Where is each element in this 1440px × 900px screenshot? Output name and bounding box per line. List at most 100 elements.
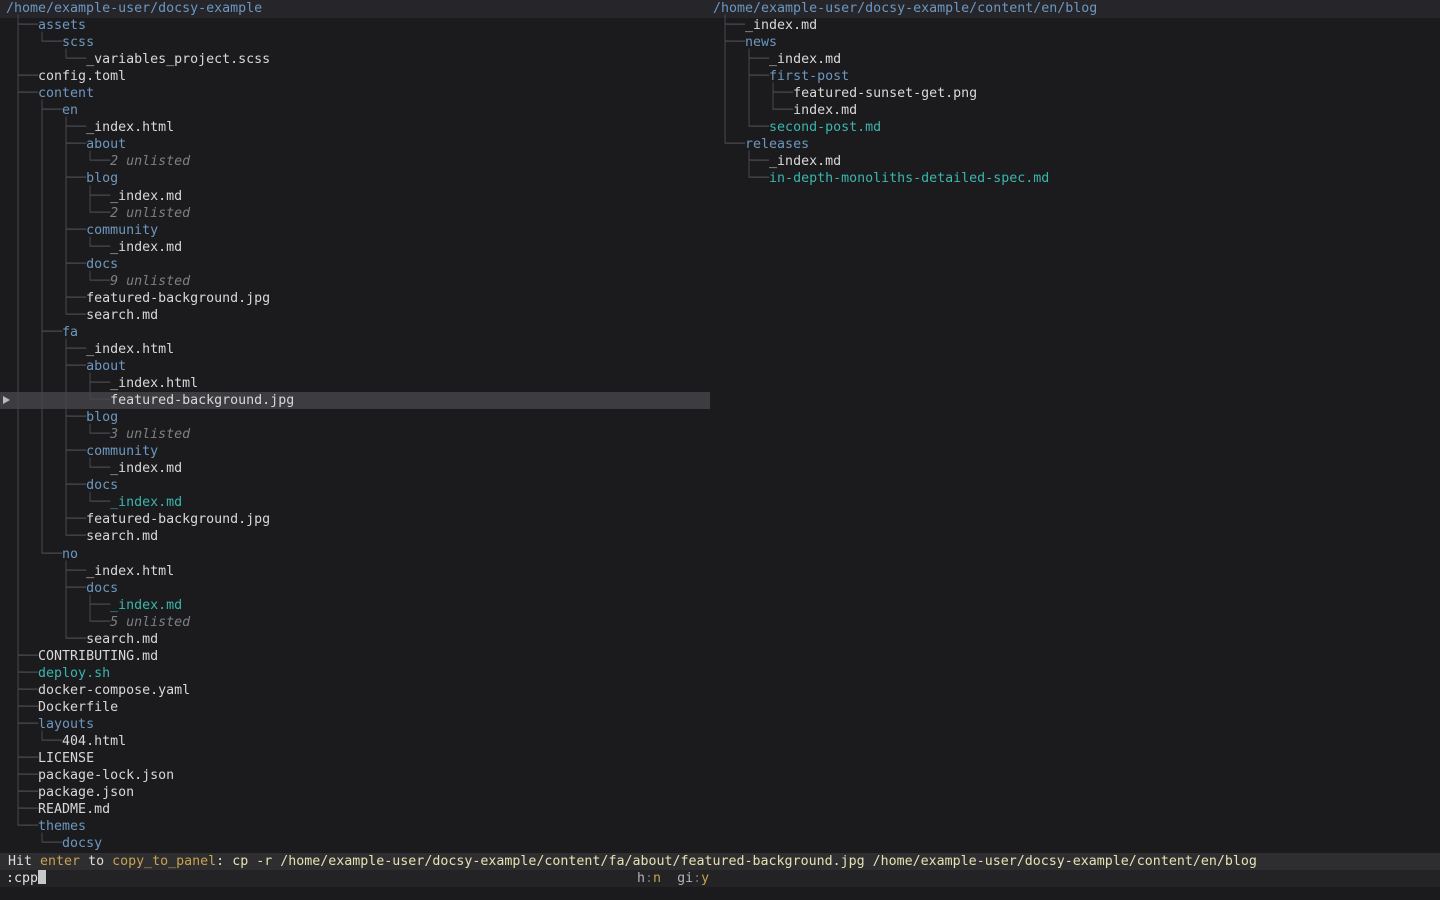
tree-row[interactable]: └──themes	[0, 818, 710, 835]
entry-name: search.md	[86, 529, 158, 544]
entry-name: _index.md	[769, 52, 841, 67]
dir-name: about	[86, 137, 126, 152]
entry-name: docker-compose.yaml	[38, 683, 190, 698]
tree-row[interactable]: │ │ │ ├──_index.md	[0, 188, 710, 205]
right-panel-rows: ├──_index.md ├──news │ ├──_index.md │ ├─…	[710, 17, 1440, 187]
tree-row[interactable]: │ │ ├──featured-background.jpg	[0, 290, 710, 307]
tree-row[interactable]: │ ├──first-post	[710, 68, 1440, 85]
tree-row[interactable]: │ │ ├──community	[0, 222, 710, 239]
entry-name: featured-background.jpg	[86, 512, 270, 527]
tree-row[interactable]: └──releases	[710, 136, 1440, 153]
tree-row[interactable]: │ │ │ └──2 unlisted	[0, 153, 710, 170]
entry-name: 2 unlisted	[110, 206, 190, 221]
tree-branch-prefix: └──	[713, 169, 769, 189]
tree-row[interactable]: │ │ ├──featured-sunset-get.png	[710, 85, 1440, 102]
entry-name: _index.md	[110, 461, 182, 476]
tree-row[interactable]: │ │ │ └──_index.md	[0, 460, 710, 477]
flag-value: y	[701, 871, 709, 886]
dir-name: fa	[62, 325, 78, 340]
tree-row[interactable]: │ │ └──5 unlisted	[0, 614, 710, 631]
command-input-line[interactable]: :cpp h:n gi:y	[0, 870, 1440, 887]
dir-name: about	[86, 359, 126, 374]
entry-name: 3 unlisted	[110, 427, 190, 442]
left-panel-path[interactable]: /home/example-user/docsy-example	[0, 0, 710, 17]
entry-name: config.toml	[38, 69, 126, 84]
dir-name: themes	[38, 819, 86, 834]
tree-row[interactable]: ├──README.md	[0, 801, 710, 818]
tree-row[interactable]: │ │ ├──_index.html	[0, 341, 710, 358]
panel-flags: h:n gi:y	[637, 870, 709, 887]
tree-row[interactable]: │ │ │ └──2 unlisted	[0, 205, 710, 222]
tree-row[interactable]: │ │ │ └──featured-background.jpg	[0, 392, 710, 409]
tree-row[interactable]: ├──content	[0, 85, 710, 102]
tree-row[interactable]: ├──news	[710, 34, 1440, 51]
tree-row[interactable]: │ │ └──search.md	[0, 528, 710, 545]
tree-row[interactable]: │ │ ├──_index.md	[0, 597, 710, 614]
tree-row[interactable]: ├──layouts	[0, 716, 710, 733]
tree-row[interactable]: │ └──search.md	[0, 631, 710, 648]
dir-name: community	[86, 444, 158, 459]
tree-row[interactable]: ├──assets	[0, 17, 710, 34]
tree-row[interactable]: │ ├──fa	[0, 324, 710, 341]
tree-branch-prefix: └──	[6, 834, 62, 854]
tree-row[interactable]: ├──_index.md	[710, 17, 1440, 34]
dir-name: en	[62, 103, 78, 118]
tree-row[interactable]: ├──_index.md	[710, 153, 1440, 170]
tree-row[interactable]: │ ├──docs	[0, 580, 710, 597]
entry-name: _index.md	[769, 154, 841, 169]
status-key-enter: enter	[40, 854, 80, 869]
tree-row[interactable]: │ │ │ └──9 unlisted	[0, 273, 710, 290]
tree-row[interactable]: │ │ ├──blog	[0, 170, 710, 187]
entry-name: featured-background.jpg	[110, 393, 294, 408]
tree-row[interactable]: │ └──scss	[0, 34, 710, 51]
tree-row[interactable]: │ │ │ └──_index.md	[0, 494, 710, 511]
tree-row[interactable]: │ └──_variables_project.scss	[0, 51, 710, 68]
tree-row[interactable]: ├──package.json	[0, 784, 710, 801]
entry-name: featured-sunset-get.png	[793, 86, 977, 101]
tree-row[interactable]: │ │ ├──docs	[0, 256, 710, 273]
tree-row[interactable]: │ │ │ └──_index.md	[0, 239, 710, 256]
tree-row[interactable]: │ └──second-post.md	[710, 119, 1440, 136]
dir-name: blog	[86, 410, 118, 425]
tree-row[interactable]: │ ├──_index.html	[0, 563, 710, 580]
tree-row[interactable]: ├──CONTRIBUTING.md	[0, 648, 710, 665]
left-tree-panel: /home/example-user/docsy-example ├──asse…	[0, 0, 710, 852]
tree-row[interactable]: ├──Dockerfile	[0, 699, 710, 716]
tree-row[interactable]: ├──config.toml	[0, 68, 710, 85]
dir-name: releases	[745, 137, 809, 152]
command-input-value[interactable]: :cpp	[0, 871, 38, 886]
left-panel-rows: ├──assets │ └──scss │ └──_variables_proj…	[0, 17, 710, 852]
text-cursor	[38, 870, 46, 884]
entry-name: package.json	[38, 785, 134, 800]
tree-row[interactable]: ├──LICENSE	[0, 750, 710, 767]
tree-row[interactable]: └──in-depth-monoliths-detailed-spec.md	[710, 170, 1440, 187]
tree-row[interactable]: ├──package-lock.json	[0, 767, 710, 784]
flag-separator: :	[645, 871, 653, 886]
tree-row[interactable]: ├──deploy.sh	[0, 665, 710, 682]
tree-row[interactable]: │ │ └──search.md	[0, 307, 710, 324]
broot-terminal: /home/example-user/docsy-example ├──asse…	[0, 0, 1440, 900]
right-panel-path[interactable]: /home/example-user/docsy-example/content…	[710, 0, 1440, 17]
tree-row[interactable]: │ │ └──index.md	[710, 102, 1440, 119]
tree-row[interactable]: │ │ ├──featured-background.jpg	[0, 511, 710, 528]
entry-name: search.md	[86, 308, 158, 323]
status-verb-name: copy_to_panel	[112, 854, 216, 869]
entry-name: index.md	[793, 103, 857, 118]
tree-row[interactable]: │ └──404.html	[0, 733, 710, 750]
flag-separator: :	[693, 871, 701, 886]
tree-row[interactable]: │ │ │ └──3 unlisted	[0, 426, 710, 443]
status-bar: Hit enter to copy_to_panel: cp -r /home/…	[0, 853, 1440, 870]
tree-row[interactable]: ├──docker-compose.yaml	[0, 682, 710, 699]
tree-row[interactable]: └──docsy	[0, 835, 710, 852]
tree-row[interactable]: │ ├──en	[0, 102, 710, 119]
entry-name: _index.md	[110, 189, 182, 204]
entry-name: CONTRIBUTING.md	[38, 649, 158, 664]
dir-name: docs	[86, 257, 118, 272]
entry-name: 404.html	[62, 734, 126, 749]
tree-row[interactable]: │ └──no	[0, 546, 710, 563]
entry-name: _index.md	[110, 495, 182, 510]
entry-name: _index.md	[745, 18, 817, 33]
entry-name: _index.md	[110, 240, 182, 255]
tree-row[interactable]: │ │ ├──_index.html	[0, 119, 710, 136]
tree-row[interactable]: │ ├──_index.md	[710, 51, 1440, 68]
